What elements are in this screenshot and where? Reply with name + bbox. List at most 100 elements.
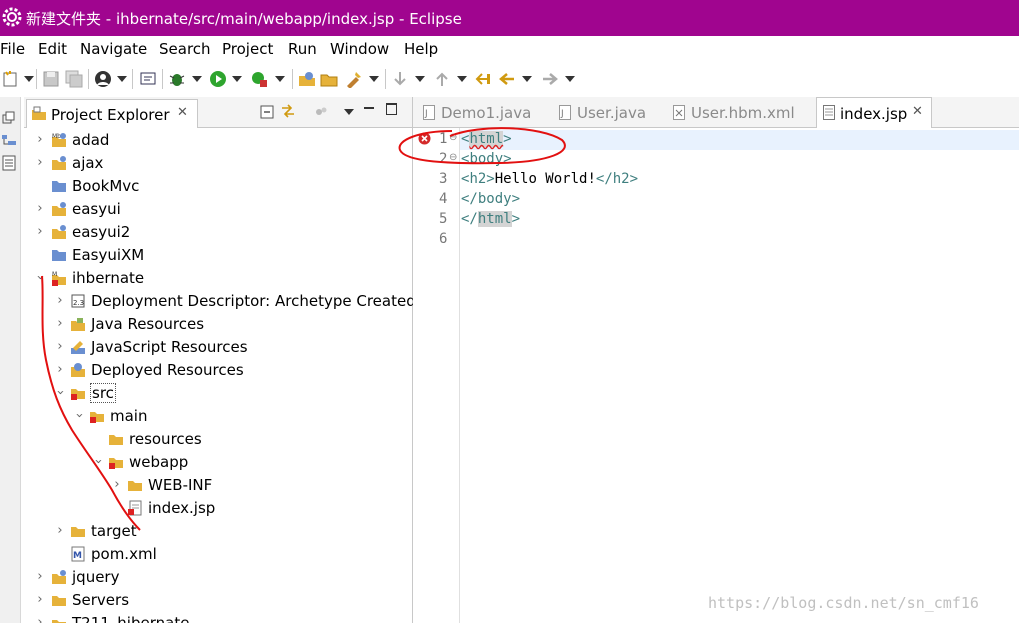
back-dropdown-icon[interactable] (522, 76, 532, 82)
tree-item-web-inf[interactable]: › WEB-INF (24, 474, 412, 497)
jsp-file-error-icon (128, 500, 142, 516)
profile-icon[interactable] (94, 70, 112, 88)
tree-item-bookmvc[interactable]: BookMvc (24, 175, 412, 198)
menu-window[interactable]: Window (330, 40, 389, 58)
build-icon[interactable] (345, 70, 363, 88)
menu-file[interactable]: File (0, 40, 25, 58)
chevron-right-icon[interactable]: › (54, 339, 66, 354)
code-line-3[interactable]: <h2>Hello World!</h2> (461, 171, 638, 187)
menu-search[interactable]: Search (159, 40, 211, 58)
code-line-1[interactable]: <html> (461, 131, 512, 147)
tree-item-easyui[interactable]: › easyui (24, 198, 412, 221)
debug-dropdown-icon[interactable] (192, 76, 202, 82)
next-annotation-icon[interactable] (391, 70, 409, 88)
forward-icon[interactable] (541, 70, 559, 88)
chevron-right-icon[interactable]: › (54, 316, 66, 331)
forward-dropdown-icon[interactable] (565, 76, 575, 82)
profile-dropdown-icon[interactable] (117, 76, 127, 82)
chevron-down-icon[interactable]: › (72, 410, 87, 422)
code-line-4[interactable]: </body> (461, 191, 520, 207)
chevron-right-icon[interactable]: › (34, 224, 46, 239)
open-type-icon[interactable] (298, 70, 316, 88)
chevron-right-icon[interactable]: › (34, 615, 46, 623)
fold-collapse-icon[interactable]: ⊖ (449, 132, 457, 143)
chevron-right-icon[interactable]: › (34, 132, 46, 147)
tree-item-t211-hibernate[interactable]: › T211_hibernate (24, 612, 412, 623)
save-icon[interactable] (42, 70, 60, 88)
chevron-down-icon[interactable]: › (91, 456, 106, 468)
menu-help[interactable]: Help (404, 40, 438, 58)
chevron-right-icon[interactable]: › (54, 362, 66, 377)
tree-item-deployed-resources[interactable]: › Deployed Resources (24, 359, 412, 382)
tree-item-easyui2[interactable]: › easyui2 (24, 221, 412, 244)
tab-index-jsp[interactable]: index.jsp ✕ (816, 97, 932, 128)
external-dropdown-icon[interactable] (275, 76, 285, 82)
outline-icon[interactable] (1, 133, 17, 149)
code-line-2[interactable]: <body> (461, 151, 512, 167)
chevron-down-icon[interactable]: › (33, 272, 48, 284)
tree-item-easyuixm[interactable]: EasyuiXM (24, 244, 412, 267)
tab-demo1-java[interactable]: J Demo1.java (423, 101, 543, 127)
console-icon[interactable] (139, 70, 157, 88)
tab-user-java[interactable]: J User.java (559, 101, 669, 127)
tree-item-webapp[interactable]: › webapp (24, 451, 412, 474)
tree-item-java-resources[interactable]: › Java Resources (24, 313, 412, 336)
task-list-icon[interactable] (1, 155, 17, 171)
tree-item-jquery[interactable]: › jquery (24, 566, 412, 589)
tree-item-main[interactable]: › main (24, 405, 412, 428)
filter-icon[interactable] (314, 105, 328, 119)
save-all-icon[interactable] (65, 70, 83, 88)
chevron-right-icon[interactable]: › (54, 293, 66, 308)
run-dropdown-icon[interactable] (232, 76, 242, 82)
build-dropdown-icon[interactable] (369, 76, 379, 82)
java-file-icon: J (559, 105, 571, 120)
back-icon[interactable] (498, 70, 516, 88)
debug-icon[interactable] (168, 70, 186, 88)
next-annotation-dropdown-icon[interactable] (415, 76, 425, 82)
open-folder-icon[interactable] (320, 70, 338, 88)
tree-item-resources[interactable]: resources (24, 428, 412, 451)
tree-item-label: index.jsp (148, 499, 216, 517)
chevron-right-icon[interactable]: › (54, 523, 66, 538)
chevron-right-icon[interactable]: › (34, 569, 46, 584)
run-icon[interactable] (209, 70, 227, 88)
tree-item-src[interactable]: › src (24, 382, 412, 405)
menu-run[interactable]: Run (288, 40, 317, 58)
chevron-right-icon[interactable]: › (34, 592, 46, 607)
tree-item-deployment-descriptor[interactable]: › 2.3 Deployment Descriptor: Archetype C… (24, 290, 415, 313)
tree-item-javascript-resources[interactable]: › JavaScript Resources (24, 336, 412, 359)
maximize-icon[interactable] (386, 103, 397, 115)
tree-item-index-jsp[interactable]: index.jsp (24, 497, 412, 520)
error-marker-icon[interactable] (418, 132, 431, 145)
tree-item-servers[interactable]: › Servers (24, 589, 412, 612)
tree-item-ihbernate[interactable]: › M ihbernate (24, 267, 412, 290)
last-edit-icon[interactable] (474, 70, 492, 88)
restore-icon[interactable] (2, 111, 16, 125)
tree-item-ajax[interactable]: › ajax (24, 152, 412, 175)
tree-item-target[interactable]: › target (24, 520, 412, 543)
new-dropdown-icon[interactable] (24, 76, 34, 82)
chevron-right-icon[interactable]: › (34, 201, 46, 216)
tree-item-adad[interactable]: › Mb adad (24, 129, 412, 152)
minimize-icon[interactable] (364, 107, 374, 109)
close-icon[interactable]: ✕ (177, 105, 188, 120)
menu-edit[interactable]: Edit (38, 40, 67, 58)
prev-annotation-icon[interactable] (433, 70, 451, 88)
collapse-all-icon[interactable] (260, 105, 274, 119)
chevron-right-icon[interactable]: › (34, 155, 46, 170)
code-line-5[interactable]: </html> (461, 211, 520, 227)
run-external-icon[interactable] (250, 70, 268, 88)
chevron-down-icon[interactable]: › (53, 387, 68, 399)
new-icon[interactable] (2, 70, 20, 88)
prev-annotation-dropdown-icon[interactable] (457, 76, 467, 82)
tab-project-explorer[interactable]: Project Explorer ✕ (26, 99, 198, 128)
tree-item-pom-xml[interactable]: M pom.xml (24, 543, 412, 566)
chevron-right-icon[interactable]: › (111, 477, 123, 492)
tab-user-hbm-xml[interactable]: User.hbm.xml (673, 101, 813, 127)
menu-project[interactable]: Project (222, 40, 273, 58)
view-menu-icon[interactable] (344, 109, 354, 115)
link-with-editor-icon[interactable] (280, 103, 296, 119)
menu-navigate[interactable]: Navigate (80, 40, 147, 58)
close-icon[interactable]: ✕ (912, 104, 923, 119)
fold-collapse-icon[interactable]: ⊖ (449, 152, 457, 163)
